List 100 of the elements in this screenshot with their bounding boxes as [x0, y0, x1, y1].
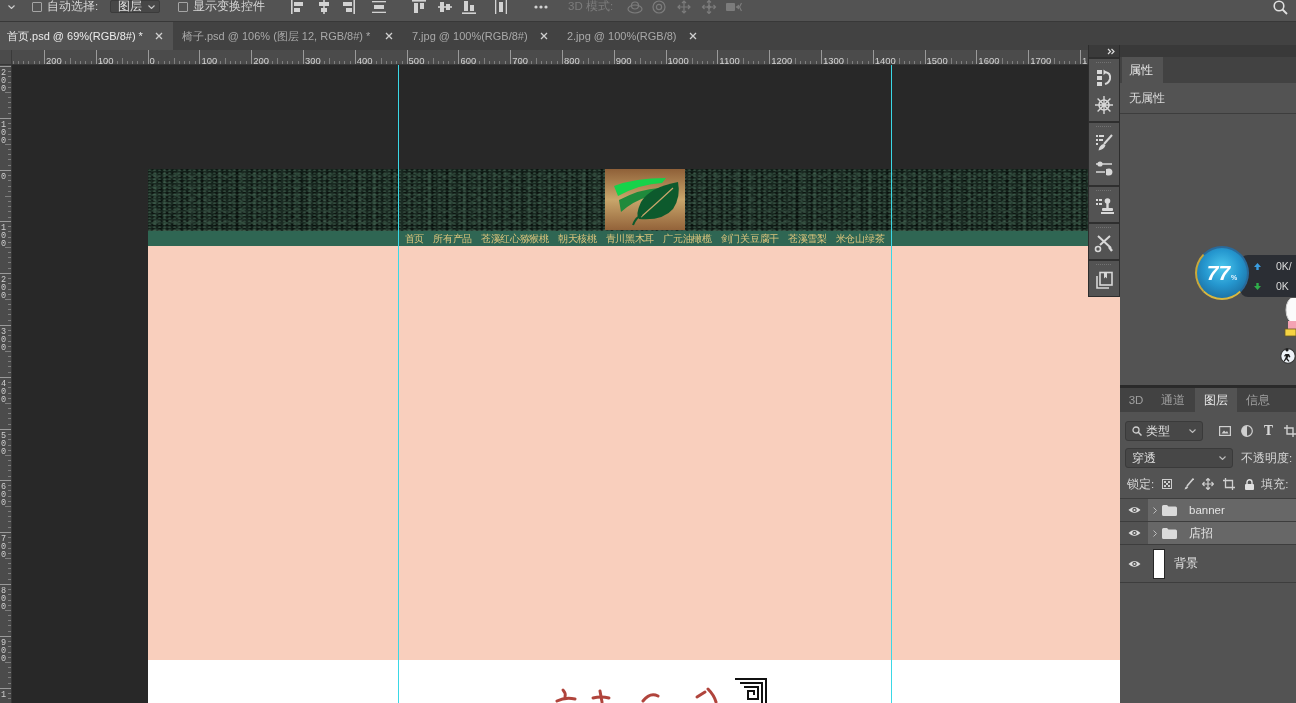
- history-icon[interactable]: [1094, 68, 1114, 88]
- more-icon[interactable]: [534, 4, 548, 9]
- close-icon[interactable]: [688, 32, 697, 40]
- align-bottom-icon[interactable]: [462, 0, 476, 14]
- layer-row[interactable]: 背景: [1148, 545, 1296, 582]
- align-left-icon[interactable]: [291, 0, 305, 14]
- panel-tab[interactable]: 通道: [1150, 388, 1195, 412]
- ruler-label: 800: [1, 586, 8, 611]
- document-tab[interactable]: 2.jpg @ 100%(RGB/8): [557, 22, 707, 50]
- ruler-label: 100: [1, 224, 8, 249]
- ruler-label: 900: [614, 55, 632, 65]
- layer-row[interactable]: banner: [1148, 499, 1296, 521]
- eye-icon[interactable]: [1127, 559, 1141, 568]
- image-icon[interactable]: [1219, 426, 1231, 436]
- properties-message: 无属性: [1129, 90, 1165, 106]
- align-center-icon[interactable]: [317, 0, 331, 14]
- download-speed: 0K: [1276, 280, 1289, 292]
- ruler-label: 1500: [925, 55, 948, 65]
- brush-list-icon[interactable]: [1094, 132, 1114, 152]
- ruler-label: 600: [459, 55, 477, 65]
- lock-icon[interactable]: [1245, 478, 1255, 490]
- ruler-label: 0: [1, 172, 8, 181]
- nav-label: 青川黑木耳: [605, 232, 655, 246]
- ruler-label: 700: [511, 55, 529, 65]
- upload-speed: 0K/: [1276, 260, 1292, 272]
- nav-label: 所有产品: [433, 232, 472, 246]
- align-middle-icon[interactable]: [438, 0, 452, 14]
- stamp-icon[interactable]: [1094, 196, 1114, 216]
- distribute-rows-icon[interactable]: [372, 0, 386, 14]
- page-icon[interactable]: [1094, 270, 1114, 290]
- ruler-label: 0: [148, 55, 155, 65]
- filter-dropdown[interactable]: 类型: [1125, 421, 1203, 441]
- ruler-label: 200: [1, 276, 8, 301]
- layer-select-dropdown[interactable]: 图层: [110, 0, 160, 13]
- circle-half-icon[interactable]: [1241, 425, 1253, 437]
- caret-icon[interactable]: [8, 4, 15, 9]
- nav-label: 米仓山绿茶: [835, 232, 885, 246]
- type-filter-button[interactable]: T: [1264, 425, 1273, 437]
- chevron-icon[interactable]: [1153, 529, 1157, 537]
- ruler-label: 1: [1, 690, 8, 699]
- panel-tab[interactable]: 3D: [1122, 388, 1150, 412]
- video-camera-icon: [726, 0, 742, 14]
- mascot-drawing: [1280, 298, 1296, 366]
- checkbox[interactable]: [178, 1, 188, 12]
- nav-label: 广元油橄榄: [663, 232, 712, 246]
- fret-ornament: [734, 677, 768, 703]
- move-icon[interactable]: [1202, 478, 1215, 490]
- ruler-label: 600: [1, 483, 8, 508]
- align-right-icon[interactable]: [341, 0, 355, 14]
- close-icon[interactable]: [539, 32, 548, 40]
- close-icon[interactable]: [384, 32, 393, 40]
- ruler-label: 200: [1, 69, 8, 93]
- brush-icon[interactable]: [1184, 478, 1195, 490]
- eye-icon[interactable]: [1127, 529, 1141, 537]
- document-tab[interactable]: 椅子.psd @ 106% (图层 12, RGB/8#) *: [172, 22, 403, 50]
- artboard-icon[interactable]: [1223, 478, 1236, 490]
- document-tab[interactable]: 7.jpg @ 100%(RGB/8#): [402, 22, 558, 50]
- pan-icon: [676, 0, 692, 14]
- nav-label: 首页: [404, 232, 425, 246]
- roll-icon: [651, 0, 667, 14]
- scissors-icon[interactable]: [1094, 233, 1114, 253]
- chevron-icon[interactable]: [1153, 506, 1157, 514]
- ruler-label: 200: [45, 55, 62, 65]
- ruler-label: 700: [1, 535, 8, 560]
- panel-tab[interactable]: 图层: [1195, 388, 1237, 412]
- panel-tab[interactable]: 属性: [1122, 57, 1163, 83]
- eye-icon[interactable]: [1127, 506, 1141, 514]
- panel-tab[interactable]: 信息: [1237, 388, 1278, 412]
- speed-percent: 77: [1206, 262, 1231, 284]
- distribute-columns-icon[interactable]: [494, 0, 508, 14]
- ruler-label: 200: [252, 55, 270, 65]
- caret-icon[interactable]: [1219, 456, 1226, 460]
- checker-icon[interactable]: [1162, 479, 1173, 489]
- double-chevron-icon[interactable]: [1107, 47, 1115, 55]
- layer-name: 背景: [1174, 556, 1198, 571]
- align-top-icon[interactable]: [412, 0, 426, 14]
- close-icon[interactable]: [154, 32, 163, 40]
- wheel-icon[interactable]: [1094, 95, 1114, 115]
- search-icon[interactable]: [1273, 0, 1288, 15]
- ruler-label: 1000: [666, 55, 689, 65]
- down-arrow-icon: [1254, 282, 1261, 290]
- search-icon: [1132, 426, 1142, 436]
- ruler-label: 1: [1080, 55, 1088, 65]
- crop-icon[interactable]: [1284, 425, 1296, 437]
- ruler-label: 400: [355, 55, 373, 65]
- checkbox[interactable]: [32, 1, 42, 12]
- layer-row[interactable]: 店招: [1148, 522, 1296, 544]
- caret-icon[interactable]: [148, 4, 155, 9]
- caret-icon[interactable]: [1189, 429, 1196, 433]
- nav-label: 剑门关豆腐干: [720, 232, 779, 246]
- brush-settings-icon[interactable]: [1094, 159, 1114, 179]
- orbit-icon: [627, 0, 643, 14]
- layer-name: banner: [1189, 504, 1225, 516]
- ruler-label: 1300: [821, 55, 845, 65]
- document-tab[interactable]: 首页.psd @ 69%(RGB/8#) *: [0, 22, 173, 50]
- blend-mode-dropdown[interactable]: 穿透: [1125, 448, 1233, 468]
- nav-label: 苍溪红心猕猴桃: [480, 232, 549, 246]
- transform-controls-label: 显示变换控件: [193, 0, 266, 13]
- ruler-label: 400: [1, 379, 8, 404]
- ruler-label: 1100: [718, 55, 740, 65]
